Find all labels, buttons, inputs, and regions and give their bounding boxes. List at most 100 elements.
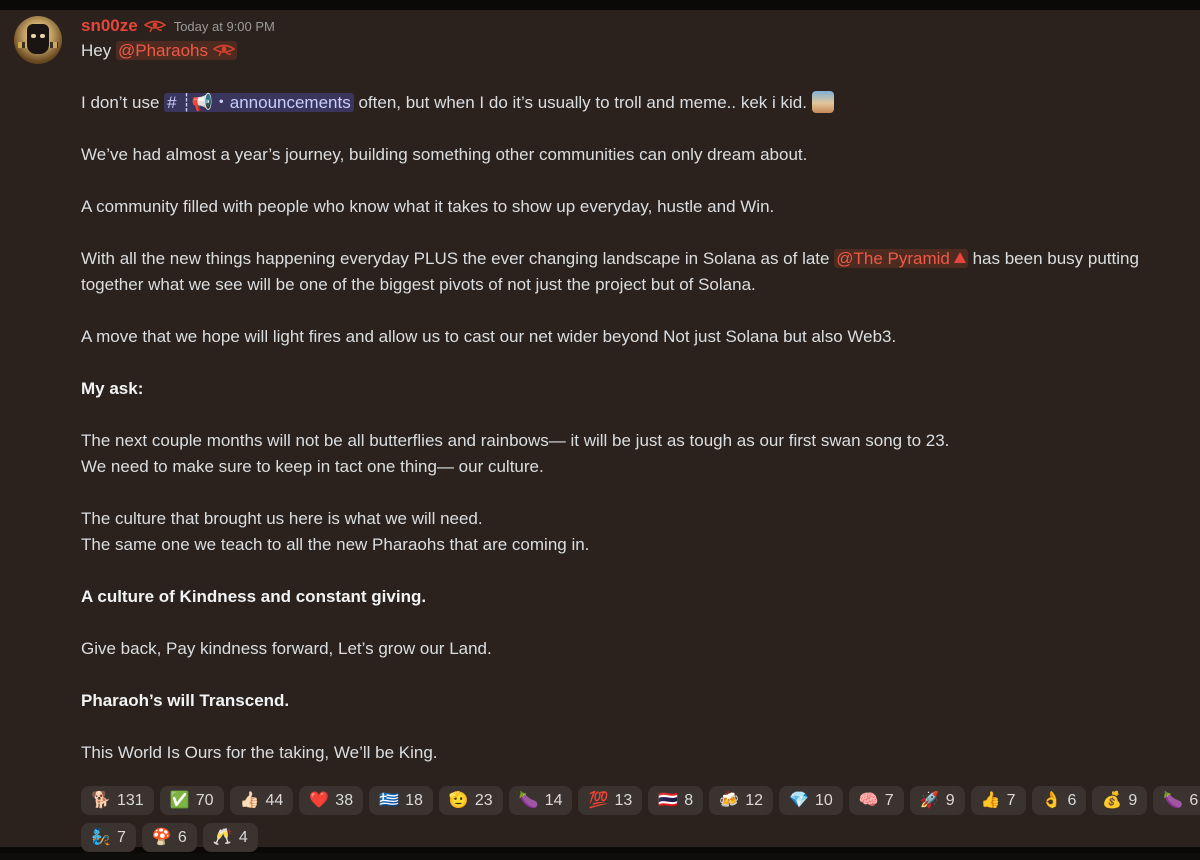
reaction-button[interactable]: 👍🏻 44 [229,786,294,815]
chat-window: sn00ze Today at 9:00 PM Hey @Pharaohs I … [0,0,1200,853]
paragraph-community: A community filled with people who know … [81,197,775,216]
heading-my-ask: My ask: [81,379,144,398]
reaction-emoji-icon: 🧞 [91,828,111,846]
reaction-count: 4 [238,828,248,846]
channel-announcements[interactable]: # ┊📢・announcements [164,93,354,112]
reaction-button[interactable]: 🇬🇷 18 [369,786,433,815]
reaction-count: 14 [544,791,563,809]
reaction-emoji-icon: 🍆 [518,791,539,809]
reaction-emoji-icon: 🍄 [151,828,172,846]
reaction-emoji-icon: 🚀 [919,791,940,809]
reaction-emoji-icon: 🍻 [719,791,740,809]
reaction-emoji-icon: 💯 [588,791,609,809]
reaction-button[interactable]: 🥂 4 [202,823,258,852]
mention-the-pyramid-text: @The Pyramid [836,249,950,268]
reaction-count: 8 [684,791,694,809]
paragraph-new-pharaohs: The same one we teach to all the new Pha… [81,535,590,554]
reaction-count: 38 [335,791,354,809]
user-avatar[interactable] [14,16,62,64]
reaction-count: 7 [1006,791,1016,809]
reaction-button[interactable]: 🫡 23 [438,786,503,815]
paragraph-text: With all the new things happening everyd… [81,249,835,268]
paragraph-give-back: Give back, Pay kindness forward, Let’s g… [81,639,492,658]
reaction-count: 12 [745,791,763,809]
heading-kindness: A culture of Kindness and constant givin… [81,587,427,606]
greeting-line: Hey @Pharaohs [81,38,1181,64]
reaction-emoji-icon: 🫡 [448,791,469,809]
greeting-text: Hey [81,41,116,60]
paragraph-pyramid: With all the new things happening everyd… [81,246,1181,298]
message-header: sn00ze Today at 9:00 PM [81,14,1181,38]
paragraph-butterflies: The next couple months will not be all b… [81,431,950,450]
custom-emoji-icon[interactable] [811,91,834,113]
reaction-emoji-icon: 🇬🇷 [379,791,400,809]
reaction-button[interactable]: 🧠 7 [848,786,904,815]
paragraph-text: I don’t use [81,93,165,112]
reaction-button[interactable]: 💎 10 [778,786,843,815]
reaction-emoji-icon: 🐕 [91,791,111,809]
reaction-count: 9 [945,791,955,809]
reactions-row-2: 🧞 7 🍄 6 🥂 4 [81,823,1191,854]
eye-of-horus-icon [212,43,235,57]
reaction-count: 7 [117,828,126,846]
reaction-button[interactable]: 🍆 14 [508,786,573,815]
paragraph-announcements: I don’t use # ┊📢・announcements often, bu… [81,90,1181,116]
reaction-button[interactable]: 🇹🇭 8 [648,786,704,815]
avatar-eye-right [40,34,45,38]
reaction-emoji-icon: ✅ [169,791,190,809]
reaction-button[interactable]: 🐕 131 [81,786,154,815]
reaction-count: 23 [474,791,493,809]
reaction-button[interactable]: 👌 6 [1031,786,1087,815]
reaction-emoji-icon: 💎 [788,791,809,809]
eye-of-horus-icon[interactable] [143,19,166,33]
reaction-button[interactable]: ✅ 70 [159,786,224,815]
message-timestamp: Today at 9:00 PM [173,18,275,34]
reaction-button[interactable]: 🍻 12 [709,786,773,815]
paragraph-journey: We’ve had almost a year’s journey, build… [81,145,808,164]
message-content: sn00ze Today at 9:00 PM Hey @Pharaohs I … [81,14,1181,766]
mention-pharaohs[interactable]: @Pharaohs [115,41,237,60]
paragraph-culture-need: The culture that brought us here is what… [81,509,483,528]
reaction-button[interactable]: ❤️ 38 [299,786,364,815]
mention-pharaohs-text: @Pharaohs [117,41,208,60]
reaction-count: 131 [117,791,144,809]
reaction-button[interactable]: 👍 7 [970,786,1026,815]
reaction-count: 18 [405,791,423,809]
reaction-count: 7 [884,791,894,809]
reaction-count: 13 [614,791,633,809]
reaction-emoji-icon: 🥂 [212,828,233,846]
username[interactable]: sn00ze [81,16,138,36]
reaction-button[interactable]: 💯 13 [578,786,643,815]
reactions-row-1: 🐕 131 ✅ 70 👍🏻 44 ❤️ 38 🇬🇷 18 🫡 23 🍆 14 💯 13 🇹🇭 8 🍻 12 💎 10 🧠 7 🚀… [81,786,1200,817]
reaction-emoji-icon: 👍🏻 [239,791,260,809]
paragraph-web3: A move that we hope will light fires and… [81,327,897,346]
reaction-emoji-icon: ❤️ [309,791,330,809]
reaction-button[interactable]: 🍄 6 [141,823,197,852]
avatar-eye-left [31,34,36,38]
paragraph-culture: We need to make sure to keep in tact one… [81,457,544,476]
reaction-button[interactable]: 🍆 6 [1153,786,1200,815]
paragraph-text: often, but when I do it’s usually to tro… [353,93,807,112]
reaction-emoji-icon: 🧠 [858,791,879,809]
reaction-count: 70 [195,791,214,809]
message-body: Hey @Pharaohs I don’t use # ┊📢・announcem… [81,38,1181,766]
reaction-button[interactable]: 💰 9 [1092,786,1148,815]
reaction-count: 44 [265,791,284,809]
paragraph-king: This World Is Ours for the taking, We’ll… [81,743,438,762]
reaction-emoji-icon: 🇹🇭 [658,791,679,809]
reaction-emoji-icon: 👌 [1041,791,1062,809]
reaction-button[interactable]: 🚀 9 [909,786,965,815]
reactions-bar: 🐕 131 ✅ 70 👍🏻 44 ❤️ 38 🇬🇷 18 🫡 23 🍆 14 💯 13 🇹🇭 8 🍻 12 💎 10 🧠 7 🚀… [81,786,1200,860]
reaction-emoji-icon: 💰 [1102,791,1123,809]
reaction-count: 6 [1189,791,1199,809]
reaction-count: 9 [1128,791,1138,809]
pyramid-icon [953,252,966,263]
reaction-count: 10 [814,791,833,809]
reaction-count: 6 [177,828,187,846]
avatar-face [27,24,49,54]
reaction-count: 6 [1067,791,1077,809]
reaction-emoji-icon: 👍 [980,791,1001,809]
mention-the-pyramid[interactable]: @The Pyramid [834,249,968,268]
reaction-button[interactable]: 🧞 7 [81,823,136,852]
reaction-emoji-icon: 🍆 [1163,791,1184,809]
